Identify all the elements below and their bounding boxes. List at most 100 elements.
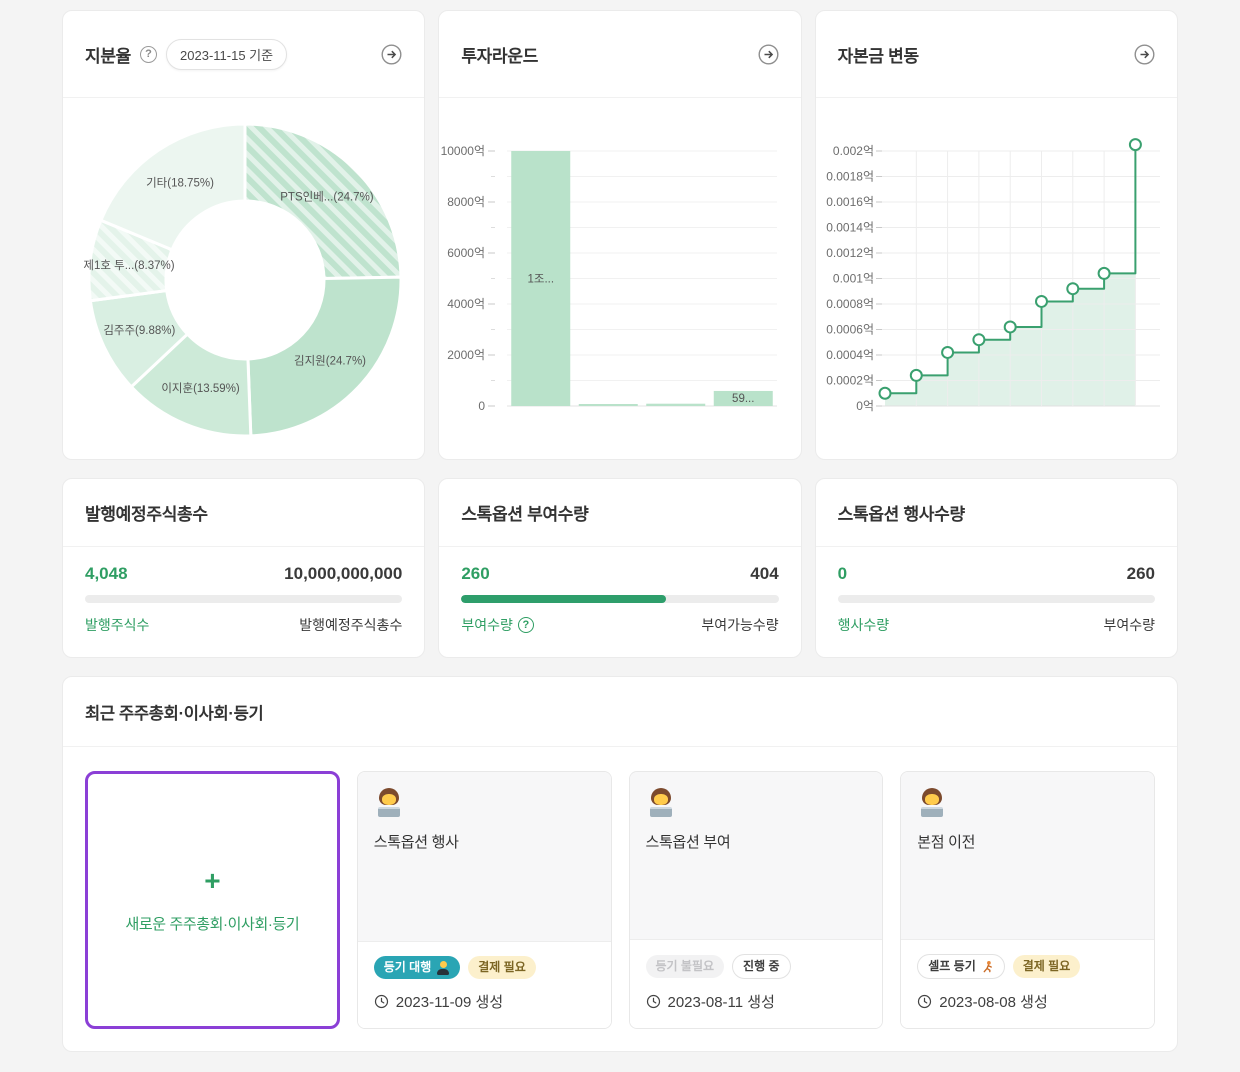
event-card-hq-relocation[interactable]: 본점 이전 셀프 등기 결제 필요 2023-08-08 생성 bbox=[900, 771, 1155, 1029]
exercised-label: 행사수량 bbox=[838, 615, 890, 635]
shares-progress-bar bbox=[85, 595, 402, 603]
granted-progress-bar bbox=[461, 595, 778, 603]
step-point-3 bbox=[973, 334, 984, 345]
investment-round-header: 투자라운드 bbox=[439, 11, 800, 98]
step-point-2 bbox=[942, 347, 953, 358]
svg-text:PTS인베...(24.7%): PTS인베...(24.7%) bbox=[280, 190, 374, 203]
authorized-shares-value: 10,000,000,000 bbox=[284, 564, 402, 584]
man-technologist-emoji bbox=[917, 787, 947, 817]
man-technologist-emoji bbox=[646, 787, 676, 817]
new-event-button[interactable]: + 새로운 주주총회·이사회·등기 bbox=[85, 771, 340, 1029]
svg-text:0.002억: 0.002억 bbox=[833, 144, 874, 158]
arrow-right-circle-icon bbox=[1134, 44, 1155, 65]
bar-1 bbox=[579, 404, 638, 406]
plus-icon: + bbox=[204, 867, 220, 895]
arrow-right-circle-icon bbox=[381, 44, 402, 65]
svg-text:1조...: 1조... bbox=[528, 274, 555, 286]
svg-text:이지훈(13.59%): 이지훈(13.59%) bbox=[161, 382, 240, 395]
share-ratio-card: 지분율 ? 2023-11-15 기준 PTS인베...(24.7%) 김지원(2… bbox=[62, 10, 425, 460]
step-point-4 bbox=[1004, 321, 1015, 332]
svg-text:0.0012억: 0.0012억 bbox=[826, 246, 874, 260]
issued-shares-label: 발행주식수 bbox=[85, 615, 149, 635]
runner-emoji bbox=[981, 960, 994, 974]
investment-round-title: 투자라운드 bbox=[461, 42, 538, 67]
authorized-shares-label: 발행예정주식총수 bbox=[299, 615, 402, 635]
event-title: 스톡옵션 부여 bbox=[646, 831, 867, 852]
granted-label: 부여수량 bbox=[461, 615, 513, 635]
svg-text:김지원(24.7%): 김지원(24.7%) bbox=[294, 353, 366, 367]
clock-icon bbox=[917, 994, 932, 1009]
svg-text:0: 0 bbox=[479, 399, 486, 413]
svg-text:제1호 투...(8.37%): 제1호 투...(8.37%) bbox=[83, 259, 174, 272]
issued-shares-value: 4,048 bbox=[85, 564, 128, 584]
share-ratio-detail-button[interactable] bbox=[381, 44, 402, 65]
share-ratio-header: 지분율 ? 2023-11-15 기준 bbox=[63, 11, 424, 98]
svg-text:0.0008억: 0.0008억 bbox=[826, 297, 874, 311]
exercised-progress-bar bbox=[838, 595, 1155, 603]
svg-text:0억: 0억 bbox=[856, 399, 874, 413]
man-technologist-emoji bbox=[374, 787, 404, 817]
clock-icon bbox=[374, 994, 389, 1009]
exercised-value: 0 bbox=[838, 564, 847, 584]
chart-row: 지분율 ? 2023-11-15 기준 PTS인베...(24.7%) 김지원(2… bbox=[62, 10, 1178, 460]
step-point-6 bbox=[1067, 283, 1078, 294]
event-created-date: 2023-11-09 생성 bbox=[396, 991, 503, 1012]
office-worker-emoji bbox=[436, 961, 450, 975]
event-card-stock-option-exercise[interactable]: 스톡옵션 행사 등기 대행 결제 필요 2023-11-09 생성 bbox=[357, 771, 612, 1029]
svg-text:0.0016억: 0.0016억 bbox=[826, 195, 874, 209]
arrow-right-circle-icon bbox=[758, 44, 779, 65]
share-ratio-title: 지분율 bbox=[85, 42, 131, 67]
payment-required-badge: 결제 필요 bbox=[1013, 955, 1081, 978]
capital-change-detail-button[interactable] bbox=[1134, 44, 1155, 65]
dashboard-page: 지분율 ? 2023-11-15 기준 PTS인베...(24.7%) 김지원(2… bbox=[0, 0, 1240, 1072]
step-point-7 bbox=[1098, 268, 1109, 279]
investment-round-bar-chart: 0 2000억 4000억 6000억 8000억 10000억 1조... 59... bbox=[439, 98, 800, 460]
in-progress-badge: 진행 중 bbox=[732, 954, 790, 979]
help-icon[interactable]: ? bbox=[140, 46, 157, 63]
event-title: 스톡옵션 행사 bbox=[374, 831, 595, 852]
self-registration-badge: 셀프 등기 bbox=[917, 954, 1005, 979]
recent-events-title: 최근 주주총회·이사회·등기 bbox=[85, 700, 263, 724]
grantable-label: 부여가능수량 bbox=[701, 615, 778, 635]
svg-text:0.0014억: 0.0014억 bbox=[826, 221, 874, 235]
recent-events-card: 최근 주주총회·이사회·등기 + 새로운 주주총회·이사회·등기 스톡옵션 행사… bbox=[62, 676, 1178, 1052]
granted-total-value: 260 bbox=[1127, 564, 1155, 584]
event-card-stock-option-grant[interactable]: 스톡옵션 부여 등기 불필요 진행 중 2023-08-11 생성 bbox=[629, 771, 884, 1029]
step-point-1 bbox=[910, 370, 921, 381]
investment-round-detail-button[interactable] bbox=[758, 44, 779, 65]
svg-text:0.0006억: 0.0006억 bbox=[826, 323, 874, 337]
svg-text:김주주(9.88%): 김주주(9.88%) bbox=[103, 324, 175, 337]
share-ratio-donut-chart: PTS인베...(24.7%) 김지원(24.7%) 이지훈(13.59%) 김주주(… bbox=[63, 98, 424, 460]
svg-text:0.0004억: 0.0004억 bbox=[826, 348, 874, 362]
total-authorized-shares-card: 발행예정주식총수 4,048 10,000,000,000 발행주식수 발행예정… bbox=[62, 478, 425, 658]
svg-text:8000억: 8000억 bbox=[448, 195, 486, 209]
svg-text:4000억: 4000억 bbox=[448, 297, 486, 311]
svg-text:기타(18.75%): 기타(18.75%) bbox=[146, 177, 214, 190]
help-icon[interactable]: ? bbox=[518, 617, 534, 633]
svg-text:10000억: 10000억 bbox=[441, 144, 485, 158]
svg-text:0.001억: 0.001억 bbox=[833, 272, 874, 286]
stat-title: 스톡옵션 행사수량 bbox=[838, 500, 965, 525]
capital-change-header: 자본금 변동 bbox=[816, 11, 1177, 98]
payment-required-badge: 결제 필요 bbox=[468, 956, 536, 979]
granted-total-label: 부여수량 bbox=[1103, 615, 1155, 635]
as-of-date-pill: 2023-11-15 기준 bbox=[166, 39, 287, 70]
new-event-label: 새로운 주주총회·이사회·등기 bbox=[125, 913, 299, 934]
events-row: + 새로운 주주총회·이사회·등기 스톡옵션 행사 등기 대행 결제 필요 bbox=[63, 747, 1177, 1052]
stat-title: 발행예정주식총수 bbox=[85, 500, 208, 525]
investment-round-card: 투자라운드 0 2000억 4000억 6000억 8000억 10000억 1조... 59… bbox=[438, 10, 801, 460]
stats-row: 발행예정주식총수 4,048 10,000,000,000 발행주식수 발행예정… bbox=[62, 478, 1178, 658]
svg-text:0.0018억: 0.0018억 bbox=[826, 170, 874, 184]
svg-text:2000억: 2000억 bbox=[448, 348, 486, 362]
no-registration-badge: 등기 불필요 bbox=[646, 955, 725, 978]
grantable-value: 404 bbox=[750, 564, 778, 584]
capital-change-step-chart: 0억0.0002억0.0004억0.0006억0.0008억0.001억0.00… bbox=[816, 98, 1177, 460]
event-created-date: 2023-08-08 생성 bbox=[939, 991, 1048, 1012]
capital-change-card: 자본금 변동 0억0.0002억0.0004억0.0006억0.0008억0.0… bbox=[815, 10, 1178, 460]
stock-option-granted-card: 스톡옵션 부여수량 260 404 부여수량 ? 부여가능수량 bbox=[438, 478, 801, 658]
svg-text:6000억: 6000억 bbox=[448, 246, 486, 260]
registration-agency-badge: 등기 대행 bbox=[374, 956, 461, 979]
granted-value: 260 bbox=[461, 564, 489, 584]
svg-text:59...: 59... bbox=[732, 393, 754, 405]
event-title: 본점 이전 bbox=[917, 831, 1138, 852]
